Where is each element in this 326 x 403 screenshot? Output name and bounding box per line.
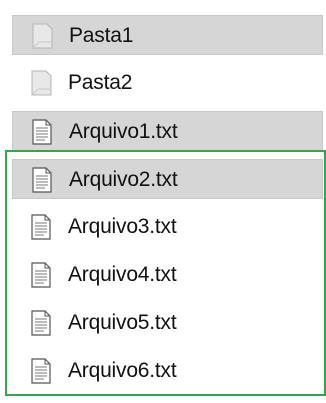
text-file-icon: [32, 167, 52, 193]
item-label: Arquivo5.txt: [68, 311, 177, 334]
text-file-icon: [32, 119, 52, 145]
item-label: Arquivo6.txt: [68, 359, 177, 382]
text-file-icon: [31, 214, 51, 240]
folder-icon: [31, 70, 52, 96]
list-item-pasta1[interactable]: Pasta1: [12, 15, 323, 55]
item-label: Arquivo2.txt: [69, 168, 178, 191]
list-item-arquivo4[interactable]: Arquivo4.txt: [12, 255, 323, 295]
file-list: Pasta1 Pasta2 Arquivo1.txt Arquivo2.txt …: [12, 0, 326, 403]
text-file-icon: [31, 262, 51, 288]
item-label: Pasta1: [69, 24, 134, 47]
item-label: Pasta2: [68, 71, 133, 94]
text-file-icon: [31, 358, 51, 384]
list-item-arquivo2[interactable]: Arquivo2.txt: [12, 159, 323, 199]
folder-icon: [32, 23, 53, 49]
list-item-arquivo5[interactable]: Arquivo5.txt: [12, 303, 323, 343]
list-item-arquivo6[interactable]: Arquivo6.txt: [12, 351, 323, 391]
item-label: Arquivo3.txt: [68, 215, 177, 238]
list-item-arquivo3[interactable]: Arquivo3.txt: [12, 207, 323, 247]
list-item-arquivo1[interactable]: Arquivo1.txt: [12, 111, 323, 151]
list-item-pasta2[interactable]: Pasta2: [12, 63, 323, 103]
item-label: Arquivo1.txt: [69, 120, 178, 143]
item-label: Arquivo4.txt: [68, 263, 177, 286]
text-file-icon: [31, 310, 51, 336]
